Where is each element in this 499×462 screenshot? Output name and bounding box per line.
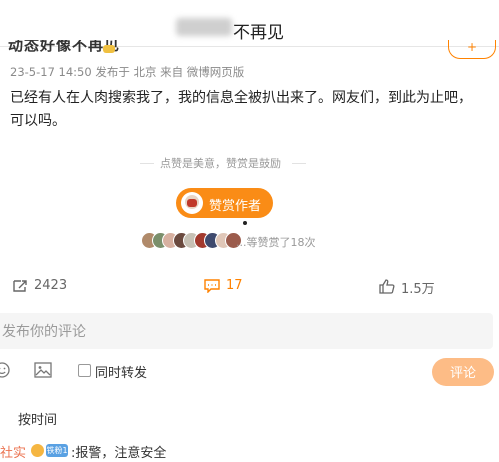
follow-button[interactable]: + <box>448 40 496 59</box>
user-badge-icon <box>31 444 44 457</box>
reward-count-text[interactable]: ...等赞赏了18次 <box>236 234 316 250</box>
comment-input[interactable] <box>0 313 494 351</box>
action-bar: 2423 17 1.5万 <box>0 270 499 304</box>
divider-right <box>292 163 306 164</box>
sort-by-time-tab[interactable]: 按时间 <box>18 409 57 428</box>
reward-motto: 点赞是美意，赞赏是鼓励 <box>160 157 281 170</box>
reward-button-label: 赞赏作者 <box>209 199 262 214</box>
post-meta: 23-5-17 14:50 发布于 北京 来自 微博网页版 <box>10 64 244 80</box>
repost-checkbox[interactable] <box>78 364 91 377</box>
post-source: 来自 微博网页版 <box>160 65 245 79</box>
comment-text: :报警，注意安全 <box>71 446 167 461</box>
vip-badge-icon <box>103 45 115 53</box>
comment-box <box>0 313 494 351</box>
comment-count: 17 <box>226 278 243 293</box>
repost-icon <box>13 280 27 292</box>
redacted-title-blur <box>176 18 232 36</box>
repost-checkbox-label[interactable]: 同时转发 <box>95 362 147 381</box>
divider-left <box>140 163 154 164</box>
image-upload-icon[interactable] <box>34 362 52 382</box>
comment-icon <box>204 279 220 293</box>
reward-author-button[interactable]: 赞赏作者 <box>176 188 273 218</box>
post-text: 已经有人在人肉搜索我了，我的信息全被扒出来了。网友们，到此为止吧，可以吗。 <box>10 90 472 129</box>
submit-comment-button[interactable]: 评论 <box>432 358 494 386</box>
post-location: 发布于 北京 <box>95 65 157 79</box>
comment-username[interactable]: 社实 <box>0 442 26 461</box>
fan-level-badge: 铁粉1 <box>46 444 68 457</box>
author-avatar <box>181 192 203 214</box>
like-count: 1.5万 <box>401 282 435 297</box>
post-time[interactable]: 23-5-17 14:50 <box>10 65 92 79</box>
emoji-icon[interactable] <box>0 362 10 382</box>
page-title: 不再见 <box>233 23 284 43</box>
thumbs-up-icon <box>379 279 395 294</box>
mouse-cursor-icon <box>243 221 247 225</box>
repost-count: 2423 <box>34 278 68 293</box>
